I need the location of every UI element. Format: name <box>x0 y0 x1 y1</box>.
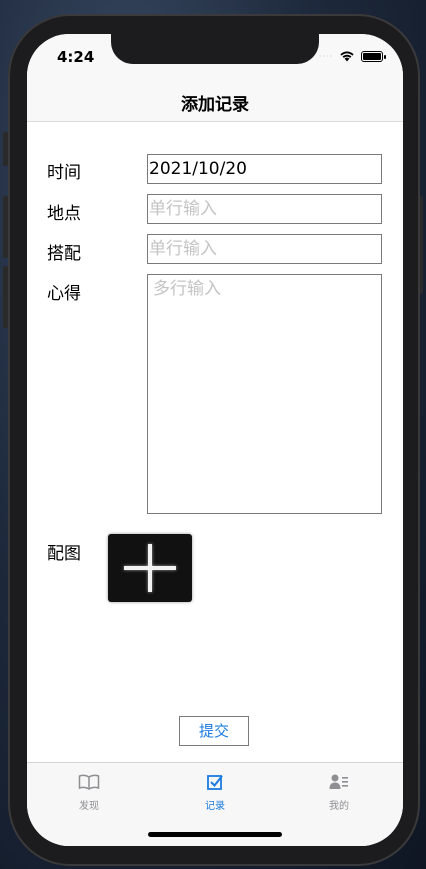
photo-label: 配图 <box>47 544 81 564</box>
tab-mine[interactable]: 我的 <box>299 771 379 812</box>
place-field[interactable]: 单行输入 <box>147 194 382 224</box>
status-icons: ···· <box>318 50 386 62</box>
time-field[interactable]: 2021/10/20 <box>147 154 382 184</box>
tab-label: 发现 <box>79 801 99 812</box>
match-label: 搭配 <box>47 244 81 264</box>
tab-label: 记录 <box>205 801 225 812</box>
status-time: 4:24 <box>57 48 95 66</box>
page-title: 添加记录 <box>181 95 249 115</box>
cellular-signal-icon: ···· <box>318 51 333 61</box>
tab-record[interactable]: 记录 <box>175 771 255 812</box>
battery-icon <box>361 50 386 62</box>
home-indicator <box>148 832 282 837</box>
add-photo-button[interactable] <box>108 534 192 602</box>
app-screen: 添加记录 4:24 ···· 时间 2021/10/20 地点 单行输入 搭配 … <box>27 34 403 846</box>
checkbox-icon <box>207 775 223 790</box>
notes-textarea[interactable]: 多行输入 <box>147 274 382 514</box>
match-field[interactable]: 单行输入 <box>147 234 382 264</box>
device-notch <box>111 34 319 64</box>
place-label: 地点 <box>47 204 81 224</box>
submit-button[interactable]: 提交 <box>179 716 249 746</box>
profile-icon <box>329 774 348 789</box>
tab-discover[interactable]: 发现 <box>49 771 129 812</box>
wifi-icon <box>340 51 354 62</box>
tab-label: 我的 <box>329 801 349 812</box>
time-label: 时间 <box>47 163 81 183</box>
book-icon <box>78 774 100 790</box>
notes-label: 心得 <box>47 284 81 304</box>
